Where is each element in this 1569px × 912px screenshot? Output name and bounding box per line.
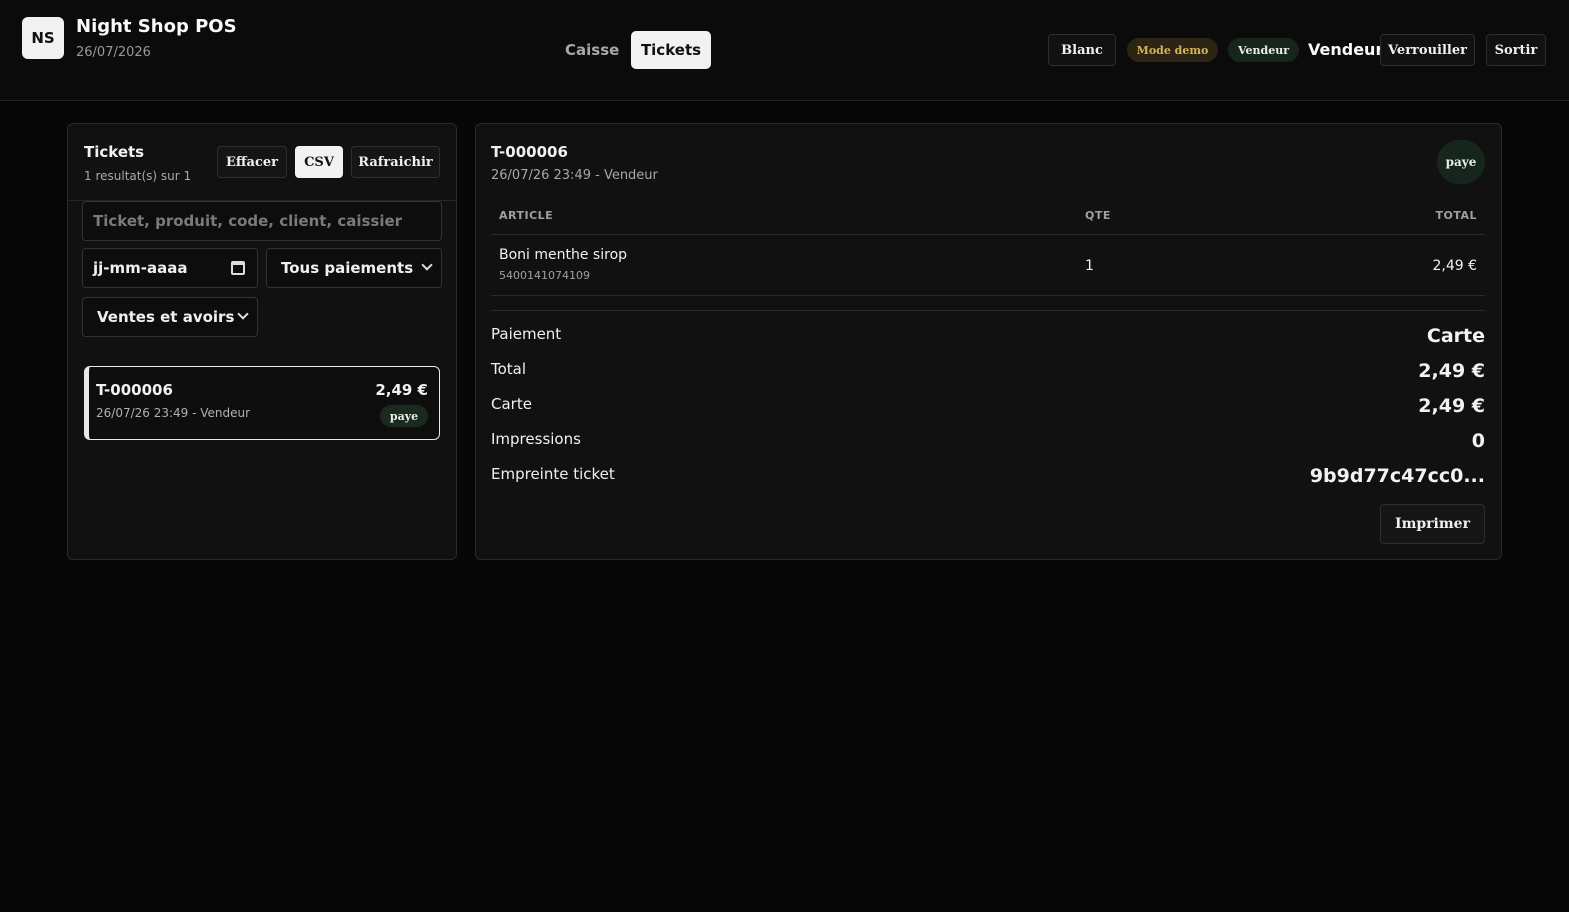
summary-label-payment: Paiement [491, 325, 562, 343]
calendar-icon[interactable] [231, 261, 245, 275]
table-divider [491, 295, 1485, 296]
top-bar: NS Night Shop POS 26/07/2026 Caisse Tick… [0, 0, 1569, 101]
summary-value-total: 2,49 € [1418, 360, 1485, 382]
role-badge: Vendeur [1228, 38, 1299, 62]
csv-button[interactable]: CSV [295, 146, 343, 178]
type-filter-value: Ventes et avoirs [97, 308, 235, 326]
demo-mode-badge: Mode demo [1127, 38, 1218, 62]
payment-filter-select[interactable]: Tous paiements [266, 248, 442, 288]
ticket-detail-panel: T-000006 26/07/26 23:49 - Vendeur paye A… [475, 123, 1502, 560]
exit-button[interactable]: Sortir [1486, 34, 1546, 66]
column-header-article: ARTICLE [499, 209, 554, 222]
summary-label-total: Total [491, 360, 527, 378]
item-name: Boni menthe sirop [499, 247, 628, 263]
user-name: Vendeur [1308, 40, 1384, 59]
tab-tickets[interactable]: Tickets [631, 31, 711, 69]
ticket-status-badge: paye [380, 405, 428, 427]
tickets-panel-title: Tickets [84, 143, 145, 161]
refresh-button[interactable]: Rafraichir [351, 146, 440, 178]
lock-button[interactable]: Verrouiller [1380, 34, 1475, 66]
item-qty: 1 [1085, 258, 1094, 274]
app-logo: NS [22, 17, 64, 59]
chevron-down-icon [237, 308, 249, 320]
table-divider [491, 234, 1485, 235]
chevron-down-icon [421, 259, 433, 271]
summary-value-payment: Carte [1426, 325, 1485, 347]
item-code: 5400141074109 [499, 269, 590, 282]
search-input[interactable]: Ticket, produit, code, client, caissier [82, 201, 442, 241]
tickets-panel: Tickets 1 resultat(s) sur 1 Effacer CSV … [67, 123, 457, 560]
date-input[interactable]: jj-mm-aaaa [82, 248, 258, 288]
column-header-qty: QTE [1085, 209, 1111, 222]
summary-divider [491, 310, 1485, 311]
detail-ticket-id: T-000006 [491, 143, 568, 161]
tab-caisse[interactable]: Caisse [553, 31, 631, 69]
payment-filter-value: Tous paiements [281, 259, 414, 277]
ticket-list-item[interactable]: T-000006 26/07/26 23:49 - Vendeur 2,49 €… [84, 366, 440, 440]
date-placeholder: jj-mm-aaaa [93, 259, 188, 277]
print-button[interactable]: Imprimer [1380, 504, 1485, 544]
ticket-amount: 2,49 € [375, 381, 428, 399]
summary-label-prints: Impressions [491, 430, 581, 448]
result-count: 1 resultat(s) sur 1 [84, 169, 192, 183]
search-placeholder: Ticket, produit, code, client, caissier [93, 212, 403, 230]
summary-value-card: 2,49 € [1418, 395, 1485, 417]
detail-ticket-meta: 26/07/26 23:49 - Vendeur [491, 168, 658, 183]
item-total: 2,49 € [1432, 258, 1477, 274]
blanc-button[interactable]: Blanc [1048, 34, 1116, 66]
clear-button[interactable]: Effacer [217, 146, 287, 178]
summary-label-card: Carte [491, 395, 532, 413]
app-title: Night Shop POS [76, 16, 237, 37]
app-date: 26/07/2026 [76, 45, 151, 60]
ticket-meta: 26/07/26 23:49 - Vendeur [96, 406, 251, 420]
type-filter-select[interactable]: Ventes et avoirs [82, 297, 258, 337]
column-header-total: TOTAL [1435, 209, 1477, 222]
summary-value-prints: 0 [1471, 430, 1485, 452]
detail-status-badge: paye [1437, 140, 1485, 184]
summary-label-fingerprint: Empreinte ticket [491, 465, 615, 483]
summary-value-fingerprint: 9b9d77c47cc0... [1309, 465, 1485, 487]
ticket-id: T-000006 [96, 381, 173, 399]
